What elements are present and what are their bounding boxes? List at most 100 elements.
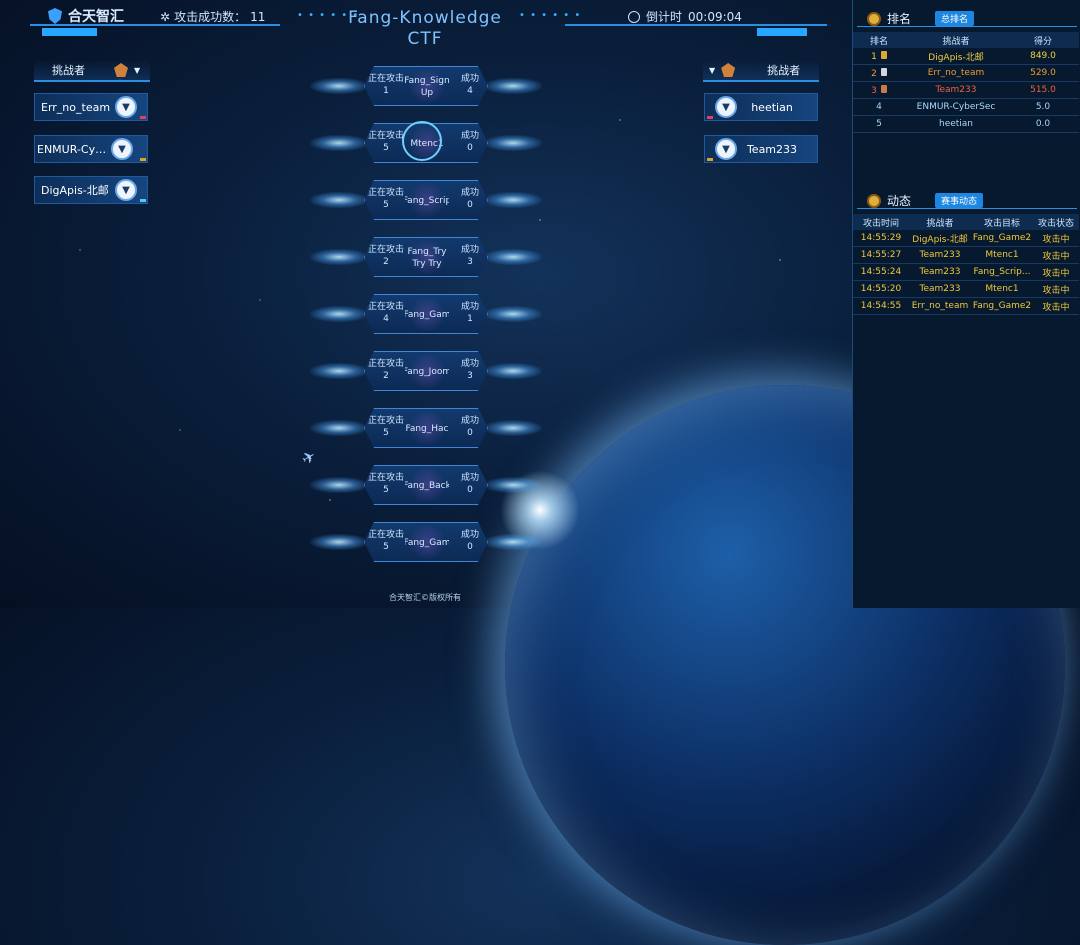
target-name: Fang_Back <box>405 481 449 491</box>
table-row[interactable]: 5 heetian 0.0 <box>853 115 1079 133</box>
score-cell: 0.0 <box>1007 115 1079 133</box>
selected-target-ring <box>402 121 442 161</box>
challenger-cell: DigApis-北邮 <box>909 230 971 247</box>
name-cell: heetian <box>905 115 1007 133</box>
score-cell: 515.0 <box>1007 81 1079 99</box>
column-header: 攻击状态 <box>1033 214 1079 230</box>
chevron-down-icon[interactable]: ▼ <box>134 66 140 75</box>
right-challenger-item[interactable]: ▼ Team233 <box>704 135 818 163</box>
target-node[interactable]: 正在攻击 5 Fang_Scrip 成功 0 <box>364 180 488 220</box>
left-challenger-item[interactable]: ENMUR-Cybe... ▼ <box>34 135 148 163</box>
beam-left <box>310 249 368 265</box>
ranking-header-row: 排名 挑战者 得分 <box>853 32 1079 48</box>
right-challenger-item[interactable]: ▼ heetian <box>704 93 818 121</box>
target-node[interactable]: 正在攻击 5 Fang_Hac 成功 0 <box>364 408 488 448</box>
team-avatar-icon: ▼ <box>115 96 137 118</box>
target-name: Fang_Joom <box>405 367 449 377</box>
success-info: 成功 4 <box>460 74 479 96</box>
rank-emblem-icon <box>114 63 128 77</box>
right-challenger-header[interactable]: ▼ 挑战者 <box>703 60 819 82</box>
ranking-header: 排名 总排名 <box>867 10 975 27</box>
beam-right <box>484 363 542 379</box>
time-cell: 14:55:29 <box>853 230 909 247</box>
brand-logo: 合天智汇 <box>48 6 124 26</box>
success-info: 成功 0 <box>460 131 479 153</box>
rank-cell: 4 <box>853 98 905 116</box>
chevron-down-icon[interactable]: ▼ <box>709 66 715 75</box>
challenger-cell: Team233 <box>909 246 971 264</box>
target-cell: Fang_Game2 <box>971 297 1033 315</box>
beam-right <box>484 534 542 550</box>
target-name: Fang_Hac <box>405 424 449 434</box>
rank-cell: 3 <box>853 81 905 99</box>
target-node[interactable]: 正在攻击 5 Fang_Gam 成功 0 <box>364 522 488 562</box>
time-cell: 14:55:20 <box>853 280 909 298</box>
table-row[interactable]: 1 DigApis-北邮 849.0 <box>853 48 1079 65</box>
copyright-footer: 合天智汇©版权所有 <box>389 593 461 602</box>
team-color-marker <box>707 158 713 161</box>
ranking-title: 排名 <box>887 12 912 26</box>
beam-right <box>484 78 542 94</box>
challenger-name: heetian <box>751 100 793 114</box>
beam-right <box>484 420 542 436</box>
top-left-block <box>42 28 97 36</box>
attacking-info: 正在攻击 4 <box>367 302 404 324</box>
team-avatar-icon: ▼ <box>111 138 133 160</box>
table-row[interactable]: 3 Team233 515.0 <box>853 81 1079 99</box>
attack-count-label: 攻击成功数： <box>174 10 247 24</box>
left-challenger-item[interactable]: DigApis-北邮 ▼ <box>34 176 148 204</box>
tab-total-ranking[interactable]: 总排名 <box>935 11 975 26</box>
status-cell: 攻击中 <box>1033 280 1079 298</box>
beam-right <box>484 306 542 322</box>
target-cell: Mtenc1 <box>971 280 1033 298</box>
attacking-info: 正在攻击 5 <box>367 188 404 210</box>
left-header-label: 挑战者 <box>52 64 85 77</box>
table-row[interactable]: 2 Err_no_team 529.0 <box>853 64 1079 82</box>
team-color-marker <box>140 158 146 161</box>
tab-event-activity[interactable]: 赛事动态 <box>935 193 984 208</box>
target-node[interactable]: 正在攻击 1 Fang_Sign Up 成功 4 <box>364 66 488 106</box>
target-name: Fang_Sign Up <box>405 76 449 98</box>
status-cell: 攻击中 <box>1033 297 1079 315</box>
column-header: 挑战者 <box>905 32 1007 48</box>
left-challenger-item[interactable]: Err_no_team ▼ <box>34 93 148 121</box>
beam-left <box>310 363 368 379</box>
target-node[interactable]: 正在攻击 2 Fang_Joom 成功 3 <box>364 351 488 391</box>
challenger-name: Team233 <box>746 142 798 156</box>
target-node[interactable]: 正在攻击 2 Fang_Try Try Try 成功 3 <box>364 237 488 277</box>
attacking-info: 正在攻击 5 <box>367 530 404 552</box>
beam-left <box>310 420 368 436</box>
medal-icon <box>867 11 881 26</box>
target-node[interactable]: 正在攻击 4 Fang_Gam 成功 1 <box>364 294 488 334</box>
score-cell: 5.0 <box>1007 98 1079 116</box>
clock-icon <box>628 10 640 23</box>
team-avatar-icon: ▼ <box>715 138 737 160</box>
score-cell: 529.0 <box>1007 64 1079 82</box>
table-row[interactable]: 14:54:55 Err_no_team Fang_Game2 攻击中 <box>853 297 1079 315</box>
gold-medal-icon <box>880 50 887 59</box>
column-header: 挑战者 <box>909 214 971 230</box>
right-panel: 排名 总排名 排名 挑战者 得分 1 DigApis-北邮 849.0 2 Er… <box>852 0 1080 608</box>
column-header: 攻击目标 <box>971 214 1033 230</box>
name-cell: Team233 <box>905 81 1007 99</box>
attacking-info: 正在攻击 5 <box>367 416 404 438</box>
team-avatar-icon: ▼ <box>115 179 137 201</box>
target-node[interactable]: 正在攻击 5 Fang_Back 成功 0 <box>364 465 488 505</box>
challenger-name: ENMUR-Cybe... <box>37 142 111 156</box>
activity-table: 攻击时间 挑战者 攻击目标 攻击状态 14:55:29 DigApis-北邮 F… <box>853 214 1079 315</box>
left-challenger-header[interactable]: 挑战者 ▼ <box>34 60 150 82</box>
status-cell: 攻击中 <box>1033 230 1079 247</box>
activity-header-row: 攻击时间 挑战者 攻击目标 攻击状态 <box>853 214 1079 230</box>
table-row[interactable]: 14:55:20 Team233 Mtenc1 攻击中 <box>853 280 1079 298</box>
attacking-info: 正在攻击 5 <box>367 473 404 495</box>
time-cell: 14:55:24 <box>853 263 909 281</box>
attacking-info: 正在攻击 5 <box>367 131 404 153</box>
time-cell: 14:54:55 <box>853 297 909 315</box>
table-row[interactable]: 14:55:27 Team233 Mtenc1 攻击中 <box>853 246 1079 264</box>
table-row[interactable]: 14:55:24 Team233 Fang_Scrip... 攻击中 <box>853 263 1079 281</box>
challenger-name: DigApis-北邮 <box>41 184 109 197</box>
right-header-label: 挑战者 <box>767 64 801 77</box>
table-row[interactable]: 14:55:29 DigApis-北邮 Fang_Game2 攻击中 <box>853 230 1079 247</box>
table-row[interactable]: 4 ENMUR-CyberSec 5.0 <box>853 98 1079 116</box>
beam-left <box>310 477 368 493</box>
